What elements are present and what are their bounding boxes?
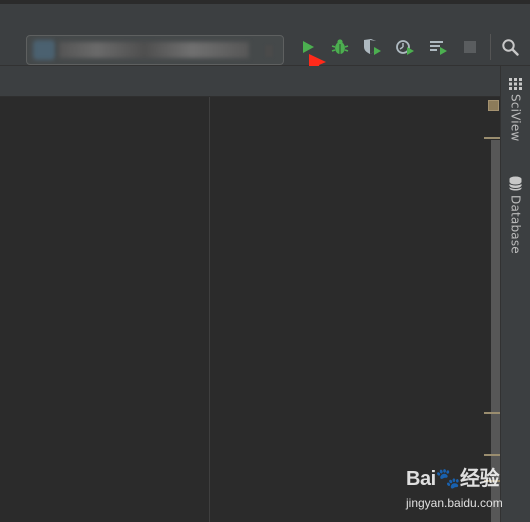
editor-tab-bar <box>0 66 500 97</box>
right-margin-guide <box>209 97 210 522</box>
profile-icon <box>396 40 414 55</box>
watermark-url: jingyan.baidu.com <box>406 496 503 510</box>
profile-button[interactable] <box>395 37 415 57</box>
sciview-tab-label: SciView <box>508 94 523 142</box>
inspection-status-indicator[interactable] <box>488 100 499 111</box>
error-stripe-marker[interactable] <box>484 137 500 139</box>
error-stripe-marker[interactable] <box>484 454 500 456</box>
error-stripe-marker[interactable] <box>484 412 500 414</box>
baidu-jingyan-watermark: Bai🐾经验 jingyan.baidu.com <box>406 462 510 514</box>
python-file-icon <box>33 40 55 60</box>
database-tab[interactable]: Database <box>501 176 530 254</box>
grid-icon <box>509 78 522 90</box>
search-icon <box>502 39 519 56</box>
toolbar-separator <box>490 34 491 60</box>
main-toolbar <box>0 4 530 66</box>
code-editor[interactable] <box>0 97 500 522</box>
watermark-brand: Bai🐾经验 <box>406 468 500 490</box>
stop-icon <box>464 41 476 53</box>
run-with-coverage-button[interactable] <box>362 37 382 57</box>
database-tab-label: Database <box>508 195 523 254</box>
stop-button[interactable] <box>460 37 480 57</box>
search-everywhere-button[interactable] <box>500 37 520 57</box>
run-configuration-selector[interactable] <box>26 35 284 65</box>
concurrency-diagram-icon <box>430 41 447 55</box>
chevron-down-icon <box>265 45 273 57</box>
sciview-tab[interactable]: SciView <box>501 78 530 141</box>
run-with-coverage-icon <box>364 39 381 55</box>
concurrency-button[interactable] <box>428 37 448 57</box>
run-configuration-name <box>59 42 249 58</box>
database-icon <box>509 176 522 191</box>
